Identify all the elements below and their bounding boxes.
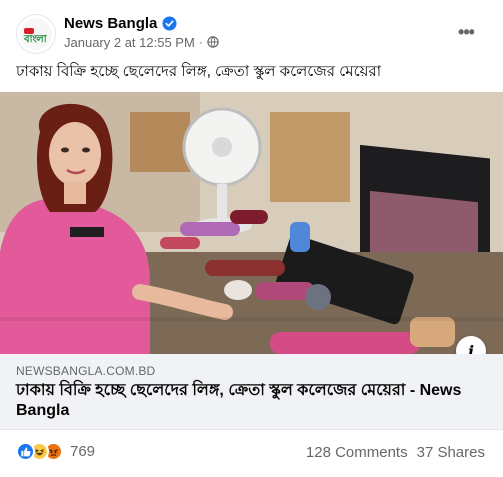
more-options-button[interactable]: ••• bbox=[448, 20, 484, 44]
page-name[interactable]: News Bangla bbox=[64, 15, 157, 32]
post-card: বাংলা News Bangla January 2 at 12:55 PM … bbox=[0, 0, 503, 477]
reactions-summary[interactable]: 769 bbox=[16, 442, 95, 461]
verified-badge-icon bbox=[162, 15, 177, 31]
reaction-count: 769 bbox=[70, 443, 96, 460]
meta-separator: · bbox=[198, 35, 203, 49]
avatar-logo: বাংলা bbox=[20, 18, 52, 50]
shares-count-link[interactable]: 37 Shares bbox=[417, 444, 485, 461]
avatar-logo-text: বাংলা bbox=[24, 34, 47, 45]
post-meta: January 2 at 12:55 PM · bbox=[64, 34, 219, 50]
link-preview[interactable]: NEWSBANGLA.COM.BD ঢাকায় বিক্রি হচ্ছে ছে… bbox=[0, 354, 503, 430]
comments-count-link[interactable]: 128 Comments bbox=[306, 444, 408, 461]
link-domain: NEWSBANGLA.COM.BD bbox=[16, 364, 156, 378]
post-image[interactable] bbox=[0, 92, 503, 354]
link-title[interactable]: ঢাকায় বিক্রি হচ্ছে ছেলেদের লিঙ্গ, ক্রেত… bbox=[16, 381, 486, 421]
more-horizontal-icon: ••• bbox=[458, 22, 475, 42]
post-timestamp[interactable]: January 2 at 12:55 PM bbox=[64, 35, 195, 50]
page-avatar[interactable]: বাংলা bbox=[16, 14, 56, 54]
globe-icon[interactable] bbox=[207, 36, 219, 48]
like-reaction-icon bbox=[16, 442, 35, 461]
post-photo-illustration bbox=[0, 92, 503, 354]
post-stats: 128 Comments 37 Shares bbox=[306, 444, 485, 461]
post-footer: 769 128 Comments 37 Shares bbox=[0, 430, 503, 477]
page-name-row: News Bangla bbox=[64, 13, 177, 33]
post-header: বাংলা News Bangla January 2 at 12:55 PM … bbox=[0, 0, 503, 56]
post-caption: ঢাকায় বিক্রি হচ্ছে ছেলেদের লিঙ্গ, ক্রেত… bbox=[16, 63, 382, 80]
